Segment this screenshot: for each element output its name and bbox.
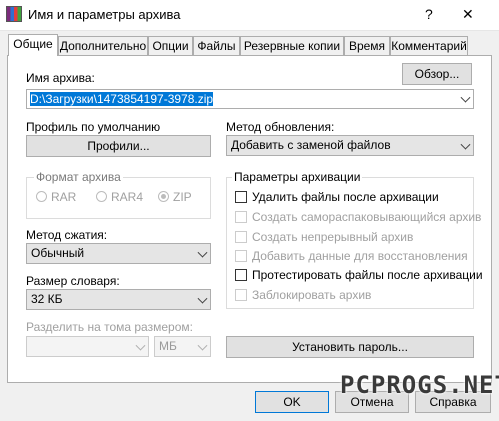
radio-zip-label: ZIP xyxy=(173,190,192,204)
browse-button[interactable]: Обзор... xyxy=(402,63,472,85)
test-files-checkbox[interactable] xyxy=(235,269,247,281)
default-profile-label: Профиль по умолчанию xyxy=(26,120,161,134)
tab-options[interactable]: Опции xyxy=(148,36,193,55)
lock-archive-label: Заблокировать архив xyxy=(252,288,372,302)
winrar-app-icon xyxy=(6,6,22,22)
create-sfx-label: Создать самораспаковывающийся архив xyxy=(252,210,482,224)
radio-rar4[interactable] xyxy=(96,191,107,202)
lock-archive-checkbox[interactable] xyxy=(235,289,247,301)
split-size-combobox[interactable] xyxy=(26,336,149,357)
chevron-down-icon[interactable] xyxy=(197,293,208,304)
chevron-down-icon[interactable] xyxy=(460,139,471,150)
help-question-icon[interactable]: ? xyxy=(425,6,433,22)
radio-rar[interactable] xyxy=(36,191,47,202)
chevron-down-icon[interactable] xyxy=(460,92,471,103)
recovery-record-checkbox[interactable] xyxy=(235,250,247,262)
dictionary-size-value: 32 КБ xyxy=(31,292,63,306)
radio-zip[interactable] xyxy=(158,191,169,202)
create-solid-label: Создать непрерывный архив xyxy=(252,230,414,244)
tab-general[interactable]: Общие xyxy=(8,34,58,56)
archive-name-value: D:\Загрузки\1473854197-3978.zip xyxy=(30,92,214,106)
create-sfx-checkbox[interactable] xyxy=(235,211,247,223)
tab-comment[interactable]: Комментарий xyxy=(390,36,468,55)
dictionary-size-combobox[interactable]: 32 КБ xyxy=(26,289,211,310)
profiles-button[interactable]: Профили... xyxy=(26,135,211,157)
archive-options-label: Параметры архивации xyxy=(232,170,363,184)
update-method-value: Добавить с заменой файлов xyxy=(231,138,391,152)
test-files-label: Протестировать файлы после архивации xyxy=(252,268,483,282)
set-password-button[interactable]: Установить пароль... xyxy=(226,336,474,358)
recovery-record-label: Добавить данные для восстановления xyxy=(252,249,468,263)
tab-time[interactable]: Время xyxy=(344,36,390,55)
archive-name-combobox[interactable]: D:\Загрузки\1473854197-3978.zip xyxy=(26,89,474,109)
chevron-down-icon[interactable] xyxy=(197,247,208,258)
update-method-label: Метод обновления: xyxy=(226,120,335,134)
archive-format-label: Формат архива xyxy=(34,170,123,184)
window-title: Имя и параметры архива xyxy=(28,7,181,22)
watermark-text: PCPROGS.NET xyxy=(340,371,499,399)
compression-method-label: Метод сжатия: xyxy=(26,228,108,242)
tab-backup[interactable]: Резервные копии xyxy=(240,36,344,55)
radio-rar-label: RAR xyxy=(51,190,77,204)
compression-method-combobox[interactable]: Обычный xyxy=(26,243,211,264)
compression-method-value: Обычный xyxy=(31,246,85,260)
create-solid-checkbox[interactable] xyxy=(235,231,247,243)
split-unit-combobox[interactable]: МБ xyxy=(154,336,211,357)
delete-files-checkbox[interactable] xyxy=(235,191,247,203)
radio-rar4-label: RAR4 xyxy=(111,190,144,204)
chevron-down-icon[interactable] xyxy=(197,340,208,351)
split-unit-value: МБ xyxy=(159,339,177,353)
ok-button[interactable]: OK xyxy=(255,391,329,413)
dictionary-size-label: Размер словаря: xyxy=(26,274,120,288)
archive-name-label: Имя архива: xyxy=(26,71,95,85)
close-icon[interactable]: ✕ xyxy=(462,6,474,23)
delete-files-label: Удалить файлы после архивации xyxy=(252,190,439,204)
split-volumes-label: Разделить на тома размером: xyxy=(26,320,193,334)
chevron-down-icon[interactable] xyxy=(135,340,146,351)
update-method-combobox[interactable]: Добавить с заменой файлов xyxy=(226,135,474,156)
tab-files[interactable]: Файлы xyxy=(193,36,240,55)
tab-advanced[interactable]: Дополнительно xyxy=(58,36,148,55)
